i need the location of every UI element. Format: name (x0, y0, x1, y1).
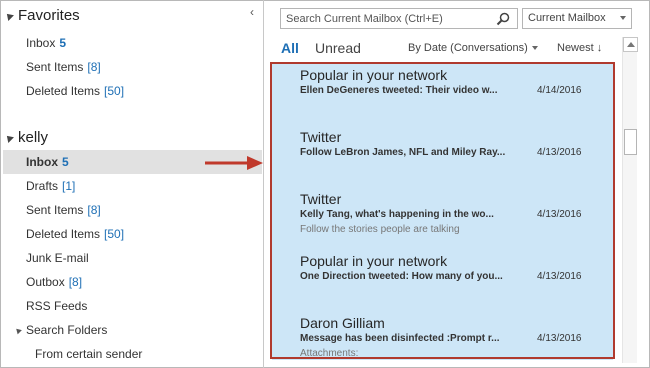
folder-label: Inbox (26, 155, 58, 169)
message-preview: Follow the stories people are talking (300, 224, 460, 235)
message-sender: Daron Gilliam (300, 315, 385, 331)
expand-triangle-icon[interactable] (4, 132, 14, 143)
search-scope-select[interactable]: Current Mailbox (522, 8, 632, 29)
scroll-up-button[interactable] (623, 37, 638, 52)
message-sender: Twitter (300, 191, 342, 207)
search-icon[interactable] (495, 11, 511, 27)
message-item[interactable]: Daron Gilliam Message has been disinfect… (272, 312, 613, 360)
favorites-item-sent[interactable]: Sent Items [8] (3, 55, 262, 79)
message-subject: One Direction tweeted: How many of you..… (300, 271, 503, 282)
favorites-header-label: Favorites (18, 7, 80, 24)
folder-label: Inbox (26, 36, 56, 50)
account-item-from-sender[interactable]: From certain sender (3, 342, 262, 365)
folder-count: [8] (87, 203, 101, 217)
chevron-down-icon (620, 16, 626, 20)
message-subject: Kelly Tang, what's happening in the wo..… (300, 209, 494, 220)
folder-count: [50] (104, 227, 125, 241)
message-subject: Message has been disinfected :Prompt r..… (300, 333, 500, 344)
message-item[interactable]: Twitter Kelly Tang, what's happening in … (272, 188, 613, 250)
account-item-search-folders[interactable]: Search Folders (3, 318, 262, 342)
sort-order-toggle[interactable]: Newest ↓ (557, 42, 602, 54)
filter-tab-all[interactable]: All (281, 40, 299, 56)
message-date: 4/13/2016 (537, 209, 582, 220)
expand-triangle-icon[interactable] (4, 10, 14, 21)
folder-label: Deleted Items (26, 227, 101, 241)
folder-pane: Favorites ‹ Inbox 5 Sent Items [8] Deleted… (3, 3, 262, 365)
message-item[interactable]: Popular in your network One Direction tw… (272, 250, 613, 312)
folder-count: [1] (62, 179, 76, 193)
filter-tab-unread[interactable]: Unread (315, 40, 361, 56)
account-item-drafts[interactable]: Drafts [1] (3, 174, 262, 198)
favorites-item-inbox[interactable]: Inbox 5 (3, 31, 262, 55)
account-header[interactable]: kelly (3, 129, 48, 146)
folder-label: Deleted Items (26, 84, 101, 98)
folder-label: Sent Items (26, 60, 84, 74)
pane-divider[interactable] (263, 0, 264, 368)
message-date: 4/13/2016 (537, 333, 582, 344)
folder-count: 5 (62, 155, 69, 169)
folder-label: RSS Feeds (26, 299, 88, 313)
folder-label: Sent Items (26, 203, 84, 217)
folder-count: [8] (68, 275, 83, 289)
collapse-pane-icon[interactable]: ‹ (250, 5, 254, 19)
folder-count: 5 (59, 36, 67, 50)
expand-triangle-icon[interactable] (14, 326, 22, 335)
folder-label: Outbox (26, 275, 65, 289)
favorites-item-deleted[interactable]: Deleted Items [50] (3, 79, 262, 103)
message-sender: Popular in your network (300, 253, 448, 269)
account-header-label: kelly (18, 129, 49, 146)
annotation-arrow-icon (205, 156, 263, 170)
message-subject: Ellen DeGeneres tweeted: Their video w..… (300, 85, 498, 96)
folder-label: Junk E-mail (26, 251, 89, 265)
message-preview: Attachments: (300, 348, 359, 359)
message-item[interactable]: Popular in your network Ellen DeGeneres … (272, 64, 613, 126)
message-date: 4/13/2016 (537, 271, 582, 282)
account-item-deleted[interactable]: Deleted Items [50] (3, 222, 262, 246)
search-box[interactable] (280, 8, 518, 29)
message-subject: Follow LeBron James, NFL and Miley Ray..… (300, 147, 506, 158)
account-item-sent[interactable]: Sent Items [8] (3, 198, 262, 222)
message-sender: Twitter (300, 129, 342, 145)
message-list: Popular in your network Ellen DeGeneres … (272, 64, 613, 360)
chevron-down-icon (531, 46, 538, 51)
folder-count: [50] (104, 84, 125, 98)
sort-by-dropdown[interactable]: By Date (Conversations) (408, 42, 538, 54)
chevron-up-icon (627, 42, 635, 47)
message-date: 4/14/2016 (537, 85, 582, 96)
account-item-junk[interactable]: Junk E-mail (3, 246, 262, 270)
message-sender: Popular in your network (300, 67, 448, 83)
message-date: 4/13/2016 (537, 147, 582, 158)
folder-count: [8] (87, 60, 101, 74)
folder-label: From certain sender (35, 347, 143, 361)
account-item-rss[interactable]: RSS Feeds (3, 294, 262, 318)
sort-by-label: By Date (Conversations) (408, 42, 528, 54)
folder-label: Drafts (26, 179, 59, 193)
search-scope-value: Current Mailbox (528, 12, 606, 24)
scroll-thumb[interactable] (624, 129, 637, 155)
favorites-header[interactable]: Favorites (3, 7, 80, 24)
search-input[interactable] (281, 9, 495, 28)
account-item-outbox[interactable]: Outbox [8] (3, 270, 262, 294)
message-item[interactable]: Twitter Follow LeBron James, NFL and Mil… (272, 126, 613, 188)
folder-label: Search Folders (26, 323, 108, 337)
message-list-scrollbar[interactable] (622, 37, 638, 363)
